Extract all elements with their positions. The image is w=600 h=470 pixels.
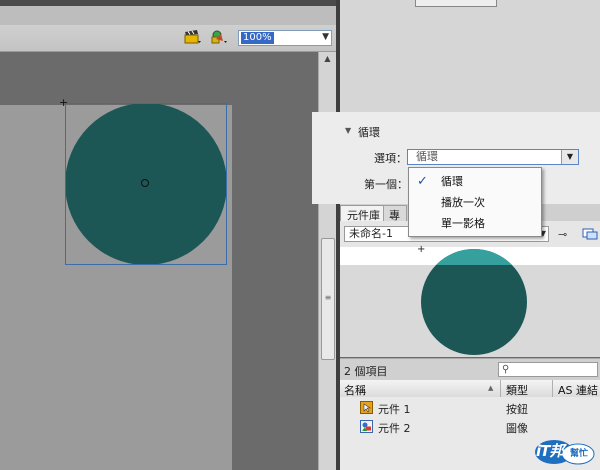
- chevron-down-icon[interactable]: ▼: [561, 150, 578, 164]
- chevron-down-icon: ▼: [322, 32, 329, 42]
- options-label: 選項：: [374, 152, 407, 165]
- loop-options-menu: ✓ 循環 播放一次 單一影格: [408, 167, 542, 237]
- checkmark-icon: ✓: [417, 174, 428, 189]
- library-document-value: 未命名-1: [349, 227, 393, 240]
- transform-point[interactable]: [141, 179, 149, 187]
- tab-library[interactable]: 元件庫: [340, 205, 384, 222]
- scroll-up-icon[interactable]: ▲: [319, 52, 336, 66]
- zoom-value: 100%: [241, 32, 274, 44]
- menu-item-loop[interactable]: ✓ 循環: [409, 170, 539, 190]
- collapse-triangle-icon[interactable]: ▼: [345, 126, 351, 135]
- section-title[interactable]: 循環: [358, 124, 380, 140]
- item-count: 2 個項目: [344, 365, 388, 378]
- top-field[interactable]: [415, 0, 497, 7]
- library-search-input[interactable]: ⚲: [498, 362, 598, 377]
- search-icon: ⚲: [502, 364, 510, 375]
- preview-registration-icon: +: [417, 244, 426, 255]
- list-item-type: 圖像: [506, 422, 528, 435]
- graphic-symbol-icon: [360, 420, 373, 433]
- library-status-bar: 2 個項目 ⚲: [340, 358, 600, 380]
- loop-options-value: 循環: [416, 150, 438, 163]
- grip-icon: ≡: [324, 293, 332, 302]
- preview-circle-highlight: [421, 249, 527, 265]
- logo-subtext: 幫忙: [570, 449, 589, 459]
- new-library-panel-icon[interactable]: [582, 228, 598, 240]
- list-item-type: 按鈕: [506, 403, 528, 416]
- preview-circle: [421, 249, 527, 355]
- clapper-icon[interactable]: [184, 29, 202, 45]
- column-linkage[interactable]: AS 連結: [558, 382, 598, 398]
- registration-crosshair-icon: +: [59, 96, 69, 109]
- first-frame-label: 第一個：: [364, 178, 408, 191]
- timeline-strip: [0, 6, 338, 25]
- list-item-name: 元件 1: [378, 403, 411, 416]
- sort-ascending-icon[interactable]: ▲: [488, 384, 493, 392]
- pin-icon[interactable]: ⊸: [558, 228, 572, 241]
- list-item-name: 元件 2: [378, 422, 411, 435]
- column-divider[interactable]: [500, 380, 501, 397]
- column-divider[interactable]: [552, 380, 553, 397]
- menu-item-single-frame[interactable]: 單一影格: [409, 212, 539, 232]
- tab-project[interactable]: 專: [383, 205, 407, 222]
- button-symbol-icon: [360, 401, 373, 414]
- zoom-select[interactable]: 100% ▼: [238, 30, 332, 46]
- menu-item-label: 循環: [441, 175, 463, 188]
- menu-item-label: 播放一次: [441, 196, 485, 209]
- scrollbar-thumb[interactable]: ≡: [321, 238, 335, 360]
- logo-text: iT邦: [536, 442, 564, 460]
- column-name[interactable]: 名稱: [344, 382, 366, 398]
- menu-item-label: 單一影格: [441, 217, 485, 230]
- list-item[interactable]: 元件 1 按鈕: [340, 399, 600, 417]
- panel-top: [340, 0, 600, 112]
- loop-options-select[interactable]: 循環 ▼: [407, 149, 579, 165]
- column-type[interactable]: 類型: [506, 382, 528, 398]
- symbol-icon[interactable]: [210, 29, 228, 45]
- library-column-header: 名稱 ▲ 類型 AS 連結: [340, 380, 600, 398]
- menu-item-play-once[interactable]: 播放一次: [409, 191, 539, 211]
